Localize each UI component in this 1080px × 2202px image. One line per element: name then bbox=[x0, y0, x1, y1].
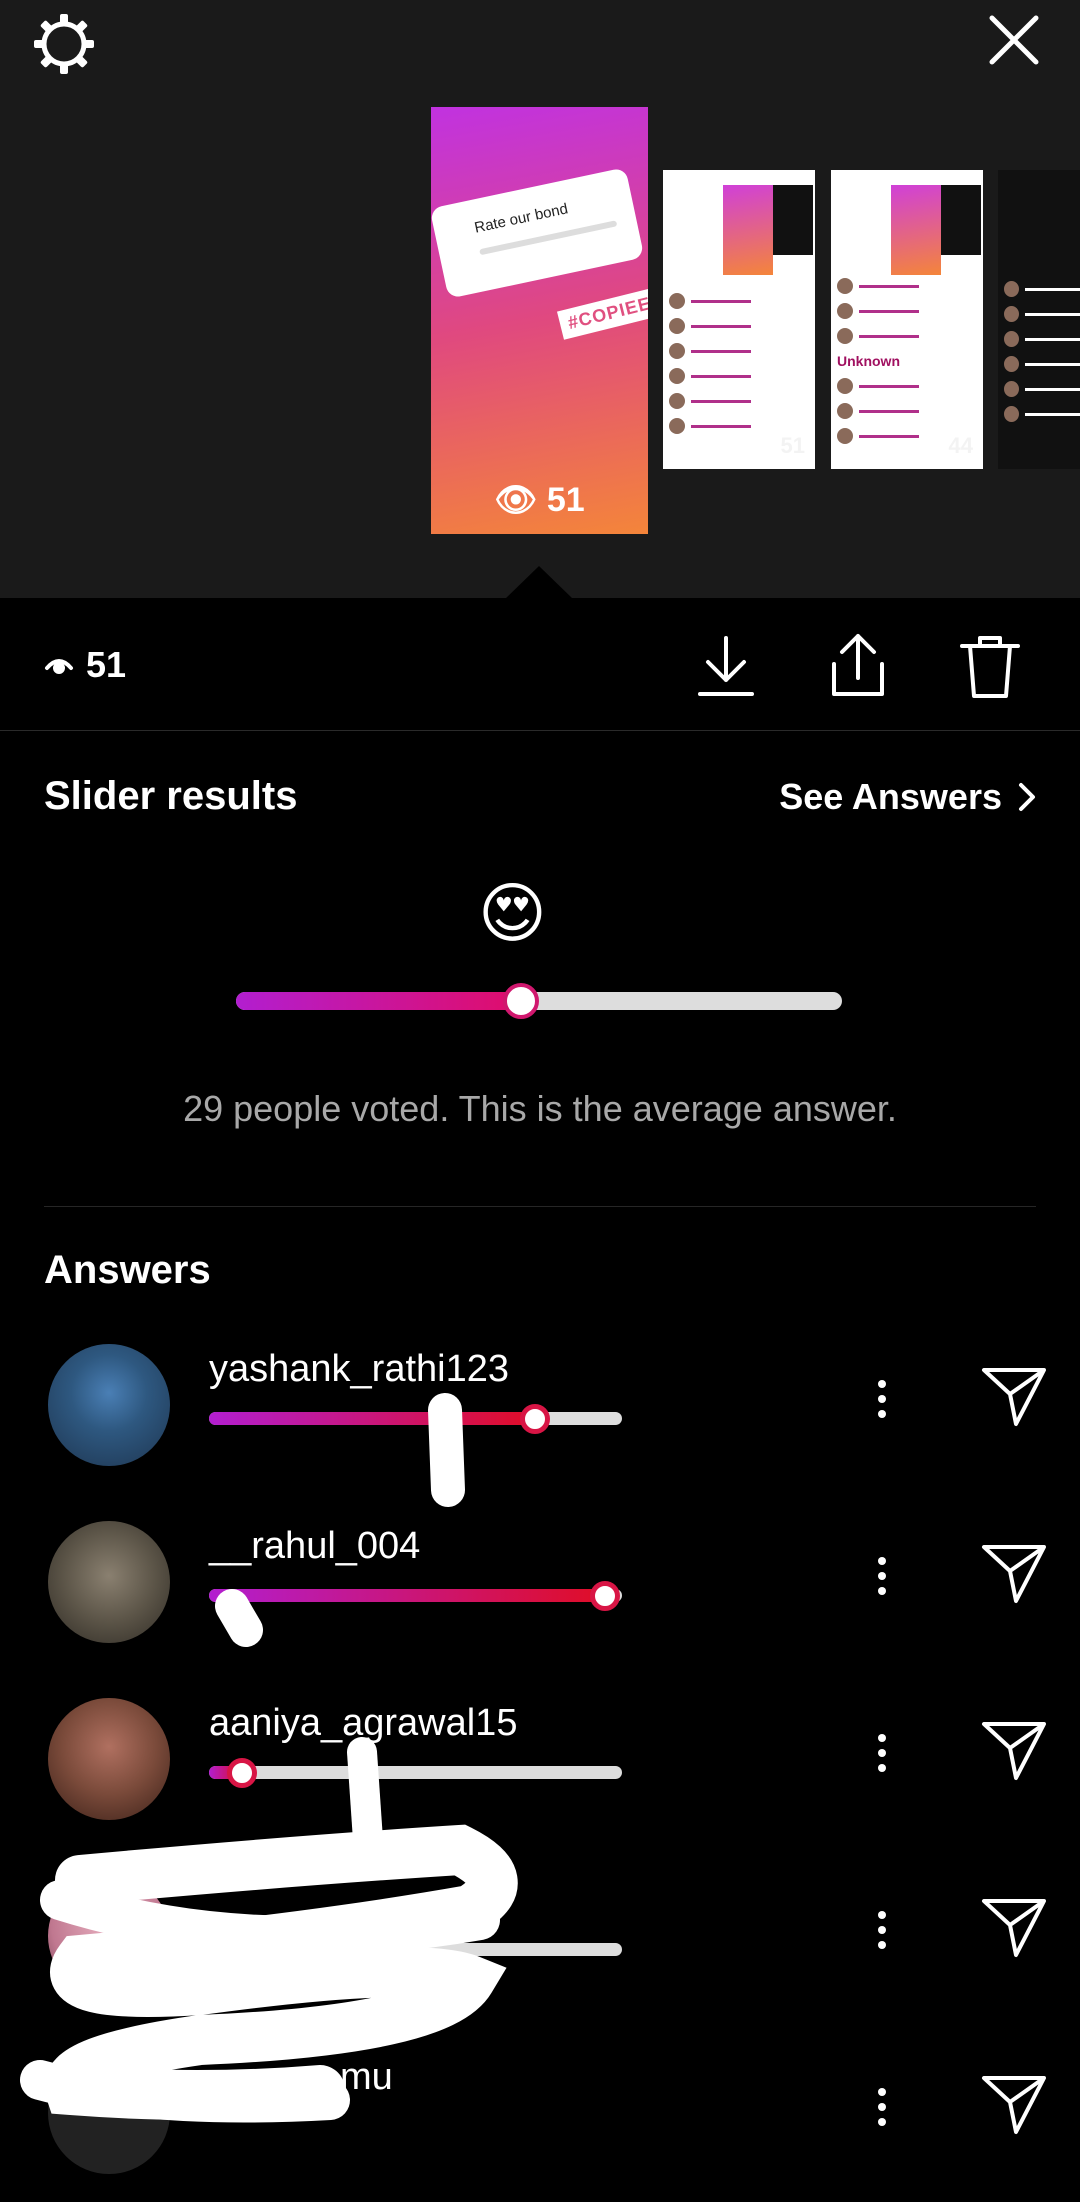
more-options-icon[interactable] bbox=[870, 1911, 894, 1959]
send-message-icon[interactable] bbox=[980, 1718, 1048, 1782]
avatar[interactable] bbox=[48, 1875, 170, 1997]
story-preview-selected[interactable]: Rate our bond 😍 #COPIEE 👁︎ 51 bbox=[431, 107, 648, 534]
answer-row: aaniya_agrawal15 bbox=[0, 1698, 1080, 1848]
answers-title: Answers bbox=[44, 1248, 211, 1292]
answer-username[interactable]: aaniya_agrawal15 bbox=[209, 1702, 517, 1745]
story-hashtag: #COPIEE bbox=[556, 287, 648, 340]
answer-slider-fill bbox=[209, 1589, 606, 1602]
avatar[interactable] bbox=[48, 2052, 170, 2174]
viewer-count-number: 51 bbox=[86, 644, 127, 685]
eye-icon bbox=[45, 659, 73, 674]
sticker-question: Rate our bond bbox=[472, 200, 570, 237]
answer-row: yashank_rathi123 bbox=[0, 1344, 1080, 1494]
thumb-story-image bbox=[941, 185, 981, 255]
settings-gear-icon[interactable] bbox=[28, 8, 100, 80]
story-toolbar: 51 bbox=[0, 598, 1080, 731]
average-slider bbox=[236, 983, 842, 1019]
story-view-number: 51 bbox=[546, 481, 585, 519]
answer-username[interactable]: yashank_rathi123 bbox=[209, 1348, 509, 1391]
send-message-icon[interactable] bbox=[980, 2072, 1048, 2136]
answer-row: __rahul_004 bbox=[0, 1521, 1080, 1671]
thumb-label: Unknown bbox=[837, 353, 900, 369]
more-options-icon[interactable] bbox=[870, 1734, 894, 1782]
thumb-rows bbox=[1004, 278, 1080, 428]
thumb-story-image bbox=[891, 185, 941, 275]
send-message-icon[interactable] bbox=[980, 1541, 1048, 1605]
close-icon[interactable] bbox=[984, 10, 1044, 70]
story-view-count: 👁︎ 51 bbox=[431, 480, 648, 520]
avatar[interactable] bbox=[48, 1698, 170, 1820]
see-answers-link[interactable]: See Answers bbox=[779, 776, 1036, 818]
more-options-icon[interactable] bbox=[870, 1557, 894, 1605]
chevron-right-icon bbox=[1019, 783, 1035, 811]
send-message-icon[interactable] bbox=[980, 1364, 1048, 1428]
answer-slider-knob bbox=[590, 1580, 621, 1611]
viewer-count[interactable]: 51 bbox=[44, 644, 126, 686]
answer-slider bbox=[209, 1403, 622, 1434]
thumb-rows bbox=[669, 290, 809, 440]
thumb-view-count: 44 bbox=[948, 433, 973, 458]
thumb-view-count: 51 bbox=[780, 433, 805, 458]
slider-results-title: Slider results bbox=[44, 774, 298, 818]
send-message-icon[interactable] bbox=[980, 1895, 1048, 1959]
story-thumbnail[interactable]: Unknown 44 bbox=[831, 170, 983, 469]
answer-row: mu bbox=[0, 2052, 1080, 2202]
answer-slider-fill bbox=[209, 1412, 536, 1425]
sticker-emoji: 😍 bbox=[457, 239, 488, 272]
vote-summary: 29 people voted. This is the average ans… bbox=[183, 1088, 897, 1129]
answer-username[interactable]: __rahul_004 bbox=[209, 1525, 420, 1568]
share-icon[interactable] bbox=[826, 630, 890, 702]
answer-slider-knob bbox=[227, 1757, 258, 1788]
answer-username[interactable]: mu bbox=[340, 2056, 393, 2099]
thumb-story-image bbox=[773, 185, 813, 255]
answer-slider bbox=[209, 1757, 622, 1788]
thumb-rows: Unknown bbox=[837, 275, 977, 450]
eye-icon: 👁︎ bbox=[494, 481, 538, 519]
avatar[interactable] bbox=[48, 1521, 170, 1643]
see-answers-label: See Answers bbox=[779, 776, 1002, 817]
average-slider-knob bbox=[502, 983, 539, 1019]
story-carousel: Rate our bond 😍 #COPIEE 👁︎ 51 51 Unknown… bbox=[0, 0, 1080, 599]
trash-icon[interactable] bbox=[958, 630, 1022, 702]
average-emoji: 😍 bbox=[478, 876, 547, 950]
download-icon[interactable] bbox=[694, 630, 758, 702]
more-options-icon[interactable] bbox=[870, 1380, 894, 1428]
answer-slider bbox=[209, 1580, 622, 1611]
selection-caret bbox=[505, 566, 573, 599]
story-thumbnail[interactable] bbox=[998, 170, 1080, 469]
slider-sticker: Rate our bond 😍 bbox=[431, 167, 645, 299]
answer-slider bbox=[209, 1943, 622, 1956]
section-divider bbox=[44, 1206, 1036, 1207]
thumb-story-image bbox=[723, 185, 773, 275]
story-thumbnail[interactable]: 51 bbox=[663, 170, 815, 469]
avatar[interactable] bbox=[48, 1344, 170, 1466]
average-slider-fill bbox=[236, 992, 521, 1010]
answer-row bbox=[0, 1875, 1080, 2025]
more-options-icon[interactable] bbox=[870, 2088, 894, 2136]
answer-slider-knob bbox=[520, 1403, 551, 1434]
